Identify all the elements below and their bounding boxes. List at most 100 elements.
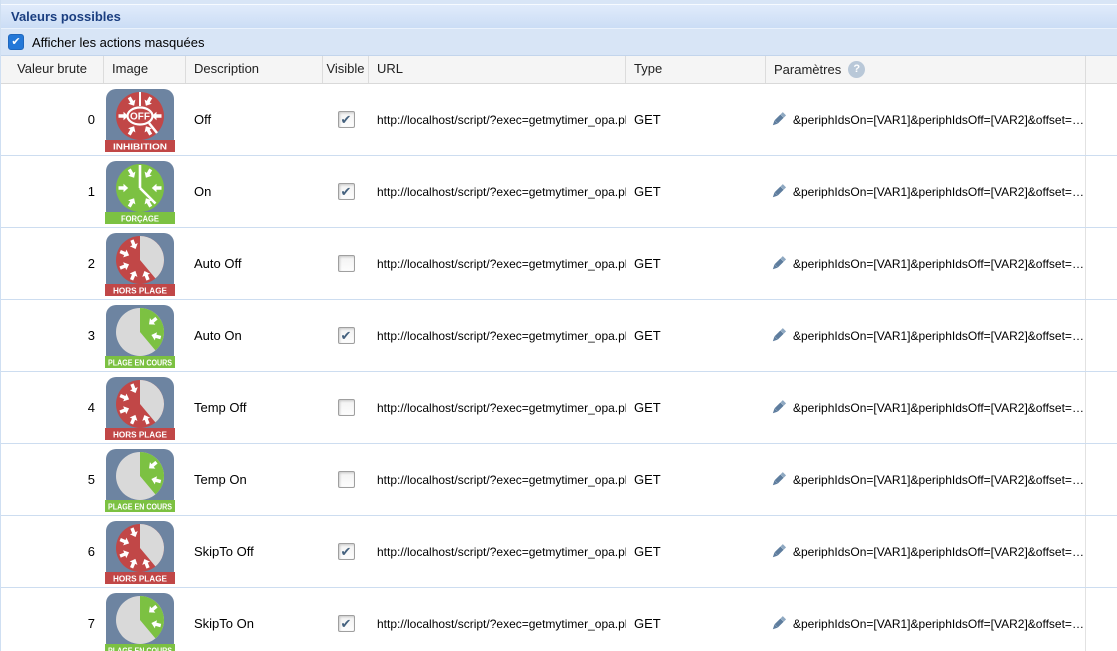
table-row: 2 HORS PLAGE Auto Off http://localhost/s… [1,228,1117,300]
visible-checkbox[interactable] [338,471,355,488]
show-hidden-label: Afficher les actions masquées [32,35,204,50]
type: GET [626,256,766,271]
params-value: &periphIdsOn=[VAR1]&periphIdsOff=[VAR2]&… [793,329,1085,343]
description: On [186,184,323,199]
forcage-state-icon: FORÇAGE [104,160,186,224]
hors-plage-state-icon: HORS PLAGE [104,520,186,584]
params-cell: &periphIdsOn=[VAR1]&periphIdsOff=[VAR2]&… [766,156,1086,227]
edit-pencil-icon[interactable] [770,543,787,560]
url: http://localhost/script/?exec=getmytimer… [369,617,626,631]
type: GET [626,184,766,199]
params-cell: &periphIdsOn=[VAR1]&periphIdsOff=[VAR2]&… [766,84,1086,155]
url: http://localhost/script/?exec=getmytimer… [369,401,626,415]
url: http://localhost/script/?exec=getmytimer… [369,329,626,343]
table-row: 7 PLAGE EN COURS SkipTo On ✔ http://loca… [1,588,1117,651]
column-header-description: Description [186,56,323,83]
svg-text:INHIBITION: INHIBITION [113,142,167,151]
visible-checkbox[interactable]: ✔ [338,543,355,560]
visible-checkbox[interactable] [338,255,355,272]
column-header-spacer [1086,56,1117,83]
url: http://localhost/script/?exec=getmytimer… [369,257,626,271]
params-cell: &periphIdsOn=[VAR1]&periphIdsOff=[VAR2]&… [766,516,1086,587]
hors-plage-state-icon: HORS PLAGE [104,232,186,296]
raw-value: 2 [1,256,104,271]
column-header-parametres: Paramètres ? [766,56,1086,83]
svg-text:PLAGE EN COURS: PLAGE EN COURS [108,502,173,511]
visible-checkbox[interactable]: ✔ [338,615,355,632]
hors-plage-state-icon: HORS PLAGE [104,376,186,440]
params-cell: &periphIdsOn=[VAR1]&periphIdsOff=[VAR2]&… [766,372,1086,443]
visible-checkbox[interactable]: ✔ [338,111,355,128]
help-icon[interactable]: ? [848,61,865,78]
description: Temp Off [186,400,323,415]
type: GET [626,544,766,559]
description: Temp On [186,472,323,487]
svg-text:HORS PLAGE: HORS PLAGE [113,286,168,295]
edit-pencil-icon[interactable] [770,399,787,416]
panel-title: Valeurs possibles [1,4,1117,29]
url: http://localhost/script/?exec=getmytimer… [369,113,626,127]
svg-text:PLAGE EN COURS: PLAGE EN COURS [108,646,173,651]
url: http://localhost/script/?exec=getmytimer… [369,185,626,199]
edit-pencil-icon[interactable] [770,471,787,488]
visible-checkbox[interactable]: ✔ [338,327,355,344]
plage-en-cours-state-icon: PLAGE EN COURS [104,448,186,512]
edit-pencil-icon[interactable] [770,183,787,200]
table-row: 4 HORS PLAGE Temp Off http://localhost/s… [1,372,1117,444]
column-header-valeur-brute: Valeur brute [1,56,104,83]
raw-value: 3 [1,328,104,343]
params-value: &periphIdsOn=[VAR1]&periphIdsOff=[VAR2]&… [793,473,1085,487]
edit-pencil-icon[interactable] [770,327,787,344]
visible-checkbox[interactable] [338,399,355,416]
raw-value: 7 [1,616,104,631]
table-body: 0 OFF INHIBITION Off ✔ http://localhost/… [1,84,1117,651]
params-value: &periphIdsOn=[VAR1]&periphIdsOff=[VAR2]&… [793,617,1085,631]
show-hidden-row: ✔ Afficher les actions masquées [1,29,1117,56]
table-row: 1 FORÇAGE On ✔ http://localhost/script/?… [1,156,1117,228]
url: http://localhost/script/?exec=getmytimer… [369,473,626,487]
svg-text:HORS PLAGE: HORS PLAGE [113,574,168,583]
edit-pencil-icon[interactable] [770,615,787,632]
description: Auto Off [186,256,323,271]
table-row: 3 PLAGE EN COURS Auto On ✔ http://localh… [1,300,1117,372]
params-value: &periphIdsOn=[VAR1]&periphIdsOff=[VAR2]&… [793,185,1085,199]
type: GET [626,472,766,487]
column-header-url: URL [369,56,626,83]
table-row: 6 HORS PLAGE SkipTo Off ✔ http://localho… [1,516,1117,588]
type: GET [626,112,766,127]
raw-value: 1 [1,184,104,199]
table-header-row: Valeur brute Image Description Visible U… [1,56,1117,84]
edit-pencil-icon[interactable] [770,255,787,272]
params-value: &periphIdsOn=[VAR1]&periphIdsOff=[VAR2]&… [793,113,1085,127]
column-header-image: Image [104,56,186,83]
params-cell: &periphIdsOn=[VAR1]&periphIdsOff=[VAR2]&… [766,444,1086,515]
description: SkipTo On [186,616,323,631]
valeurs-possibles-panel: Valeurs possibles ✔ Afficher les actions… [0,0,1117,651]
svg-text:PLAGE EN COURS: PLAGE EN COURS [108,358,173,367]
plage-en-cours-state-icon: PLAGE EN COURS [104,592,186,651]
column-header-parametres-label: Paramètres [774,57,841,83]
column-header-type: Type [626,56,766,83]
params-cell: &periphIdsOn=[VAR1]&periphIdsOff=[VAR2]&… [766,228,1086,299]
params-cell: &periphIdsOn=[VAR1]&periphIdsOff=[VAR2]&… [766,588,1086,651]
table-row: 5 PLAGE EN COURS Temp On http://localhos… [1,444,1117,516]
raw-value: 0 [1,112,104,127]
description: Off [186,112,323,127]
params-value: &periphIdsOn=[VAR1]&periphIdsOff=[VAR2]&… [793,257,1085,271]
params-value: &periphIdsOn=[VAR1]&periphIdsOff=[VAR2]&… [793,545,1085,559]
svg-text:FORÇAGE: FORÇAGE [121,214,160,223]
inhibition-state-icon: OFF INHIBITION [104,88,186,152]
show-hidden-checkbox[interactable]: ✔ [8,34,24,50]
description: SkipTo Off [186,544,323,559]
raw-value: 5 [1,472,104,487]
raw-value: 4 [1,400,104,415]
table-row: 0 OFF INHIBITION Off ✔ http://localhost/… [1,84,1117,156]
visible-checkbox[interactable]: ✔ [338,183,355,200]
svg-text:HORS PLAGE: HORS PLAGE [113,430,168,439]
column-header-visible: Visible [323,56,369,83]
url: http://localhost/script/?exec=getmytimer… [369,545,626,559]
svg-text:OFF: OFF [130,111,150,122]
panel-top: Valeurs possibles ✔ Afficher les actions… [1,0,1117,56]
params-cell: &periphIdsOn=[VAR1]&periphIdsOff=[VAR2]&… [766,300,1086,371]
edit-pencil-icon[interactable] [770,111,787,128]
